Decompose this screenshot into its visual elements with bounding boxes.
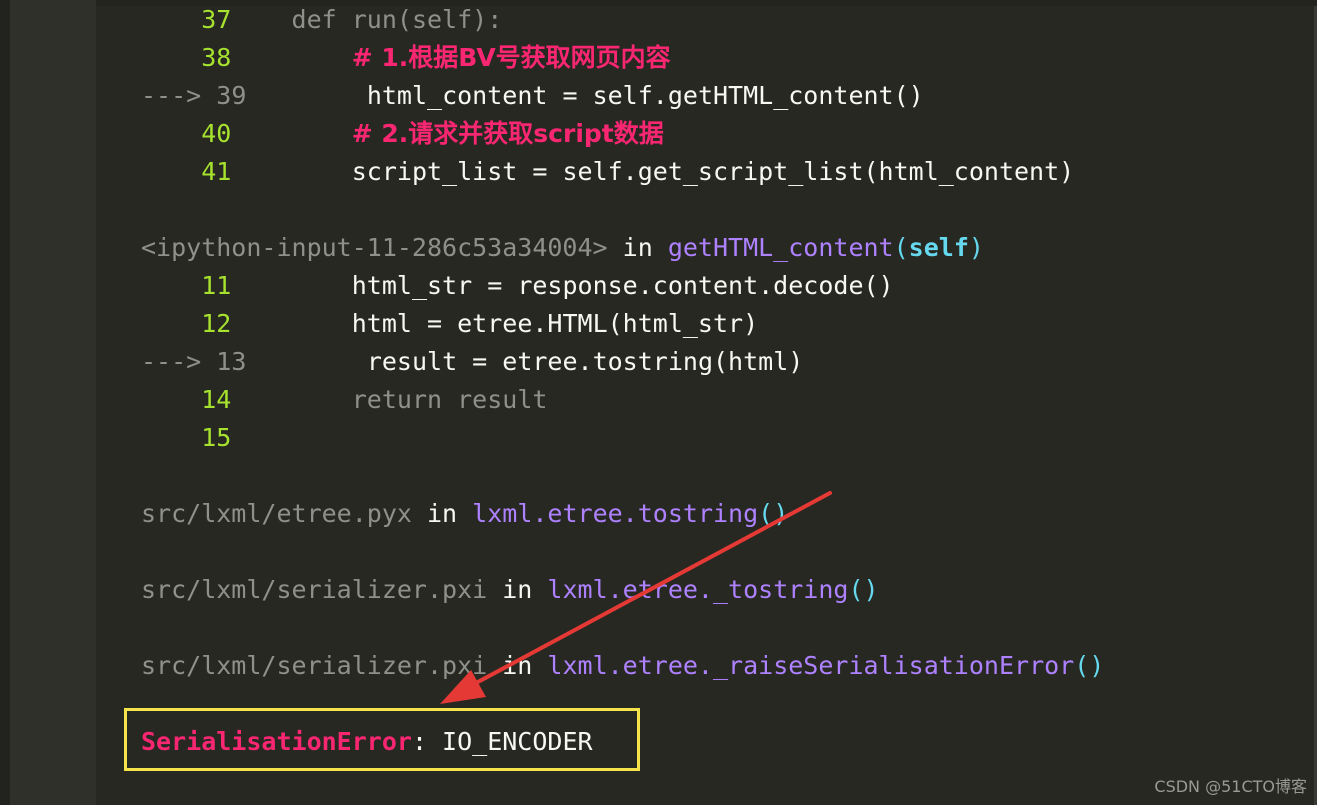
code-comment: # 1.根据BV号获取网页内容 xyxy=(351,43,671,72)
line-number: 13 xyxy=(216,347,247,376)
code-line-current: ---> 13 result = etree.tostring(html) xyxy=(141,343,803,381)
in-keyword: in xyxy=(427,499,458,528)
line-number: 14 xyxy=(201,385,232,414)
code-text: def run(self): xyxy=(291,5,503,34)
code-line: 15 xyxy=(141,419,352,457)
in-keyword: in xyxy=(502,575,533,604)
code-text: script_list = self.get_script_list(html_… xyxy=(351,157,1075,186)
code-line: 38 # 1.根据BV号获取网页内容 xyxy=(141,39,671,77)
frame-path: <ipython-input-11-286c53a34004> xyxy=(141,233,608,262)
notebook-output: 37 def run(self): 38 # 1.根据BV号获取网页内容 ---… xyxy=(0,0,1317,805)
code-line: 37 def run(self): xyxy=(141,1,502,39)
line-number: 39 xyxy=(216,81,247,110)
frame-function: lxml.etree._raiseSerialisationError xyxy=(547,651,1075,680)
current-line-arrow: ---> xyxy=(141,347,202,376)
code-text: result = etree.tostring(html) xyxy=(366,347,804,376)
traceback-frame-header: src/lxml/serializer.pxi in lxml.etree._r… xyxy=(141,651,1105,680)
line-number: 38 xyxy=(201,43,232,72)
line-number: 37 xyxy=(201,5,232,34)
traceback-frame-header: <ipython-input-11-286c53a34004> in getHT… xyxy=(141,233,984,262)
code-line: 40 # 2.请求并获取script数据 xyxy=(141,115,664,153)
cell-gutter xyxy=(0,0,96,805)
line-number: 12 xyxy=(201,309,232,338)
frame-path: src/lxml/serializer.pxi xyxy=(141,575,488,604)
code-line: 12 html = etree.HTML(html_str) xyxy=(141,305,758,343)
error-highlight-box xyxy=(124,708,640,771)
code-line-current: ---> 39 html_content = self.getHTML_cont… xyxy=(141,77,924,115)
traceback-frame-header: src/lxml/serializer.pxi in lxml.etree._t… xyxy=(141,575,879,604)
frame-function: lxml.etree.tostring xyxy=(472,499,759,528)
frame-path: src/lxml/serializer.pxi xyxy=(141,651,488,680)
frame-function: getHTML_content xyxy=(667,233,894,262)
code-text: html_content = self.getHTML_content() xyxy=(366,81,924,110)
in-keyword: in xyxy=(502,651,533,680)
current-line-arrow: ---> xyxy=(141,81,202,110)
frame-function: lxml.etree._tostring xyxy=(547,575,849,604)
code-line: 11 html_str = response.content.decode() xyxy=(141,267,894,305)
gutter-edge xyxy=(0,0,10,805)
code-text: return result xyxy=(351,385,548,414)
code-line: 14 return result xyxy=(141,381,547,419)
code-text: html = etree.HTML(html_str) xyxy=(351,309,759,338)
line-number: 40 xyxy=(201,119,232,148)
line-number: 41 xyxy=(201,157,232,186)
in-keyword: in xyxy=(622,233,653,262)
line-number: 11 xyxy=(201,271,232,300)
frame-path: src/lxml/etree.pyx xyxy=(141,499,412,528)
code-line: 41 script_list = self.get_script_list(ht… xyxy=(141,153,1074,191)
frame-args: self xyxy=(908,233,969,262)
line-number: 15 xyxy=(201,423,232,452)
watermark: CSDN @51CTO博客 xyxy=(1154,777,1307,796)
code-comment: # 2.请求并获取script数据 xyxy=(351,119,664,148)
traceback-frame-header: src/lxml/etree.pyx in lxml.etree.tostrin… xyxy=(141,499,789,528)
code-text: html_str = response.content.decode() xyxy=(351,271,894,300)
